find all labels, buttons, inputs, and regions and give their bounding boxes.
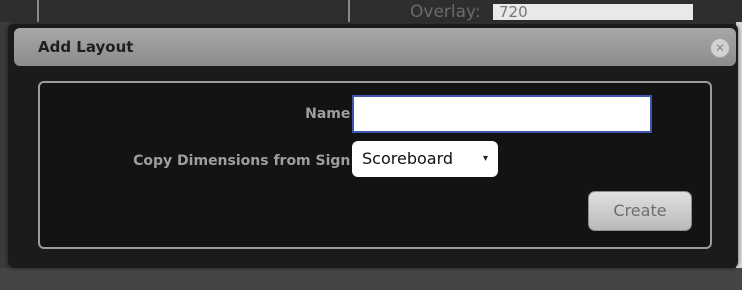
add-layout-dialog: Add Layout ✕ Name: Copy Dimensions from … [8, 24, 738, 268]
name-label: Name: [305, 106, 356, 122]
copy-dimensions-label: Copy Dimensions from Sign: [133, 153, 356, 169]
background-bottom-bar [0, 268, 742, 290]
create-button[interactable]: Create [588, 191, 692, 231]
background-toolbar: Overlay: 720 [0, 0, 742, 22]
select-value: Scoreboard [362, 149, 454, 168]
background-divider [37, 0, 39, 22]
dialog-titlebar: Add Layout ✕ [14, 28, 736, 66]
close-icon[interactable]: ✕ [710, 38, 730, 58]
overlay-label: Overlay: [410, 2, 481, 22]
copy-dimensions-select[interactable]: Scoreboard ▾ [352, 141, 498, 177]
dialog-form-panel: Name: Copy Dimensions from Sign: Scorebo… [38, 81, 712, 249]
chevron-down-icon: ▾ [482, 153, 488, 164]
overlay-value: 720 [493, 4, 693, 20]
dialog-title: Add Layout [38, 38, 134, 56]
name-input[interactable] [352, 95, 652, 133]
background-divider [348, 0, 350, 22]
